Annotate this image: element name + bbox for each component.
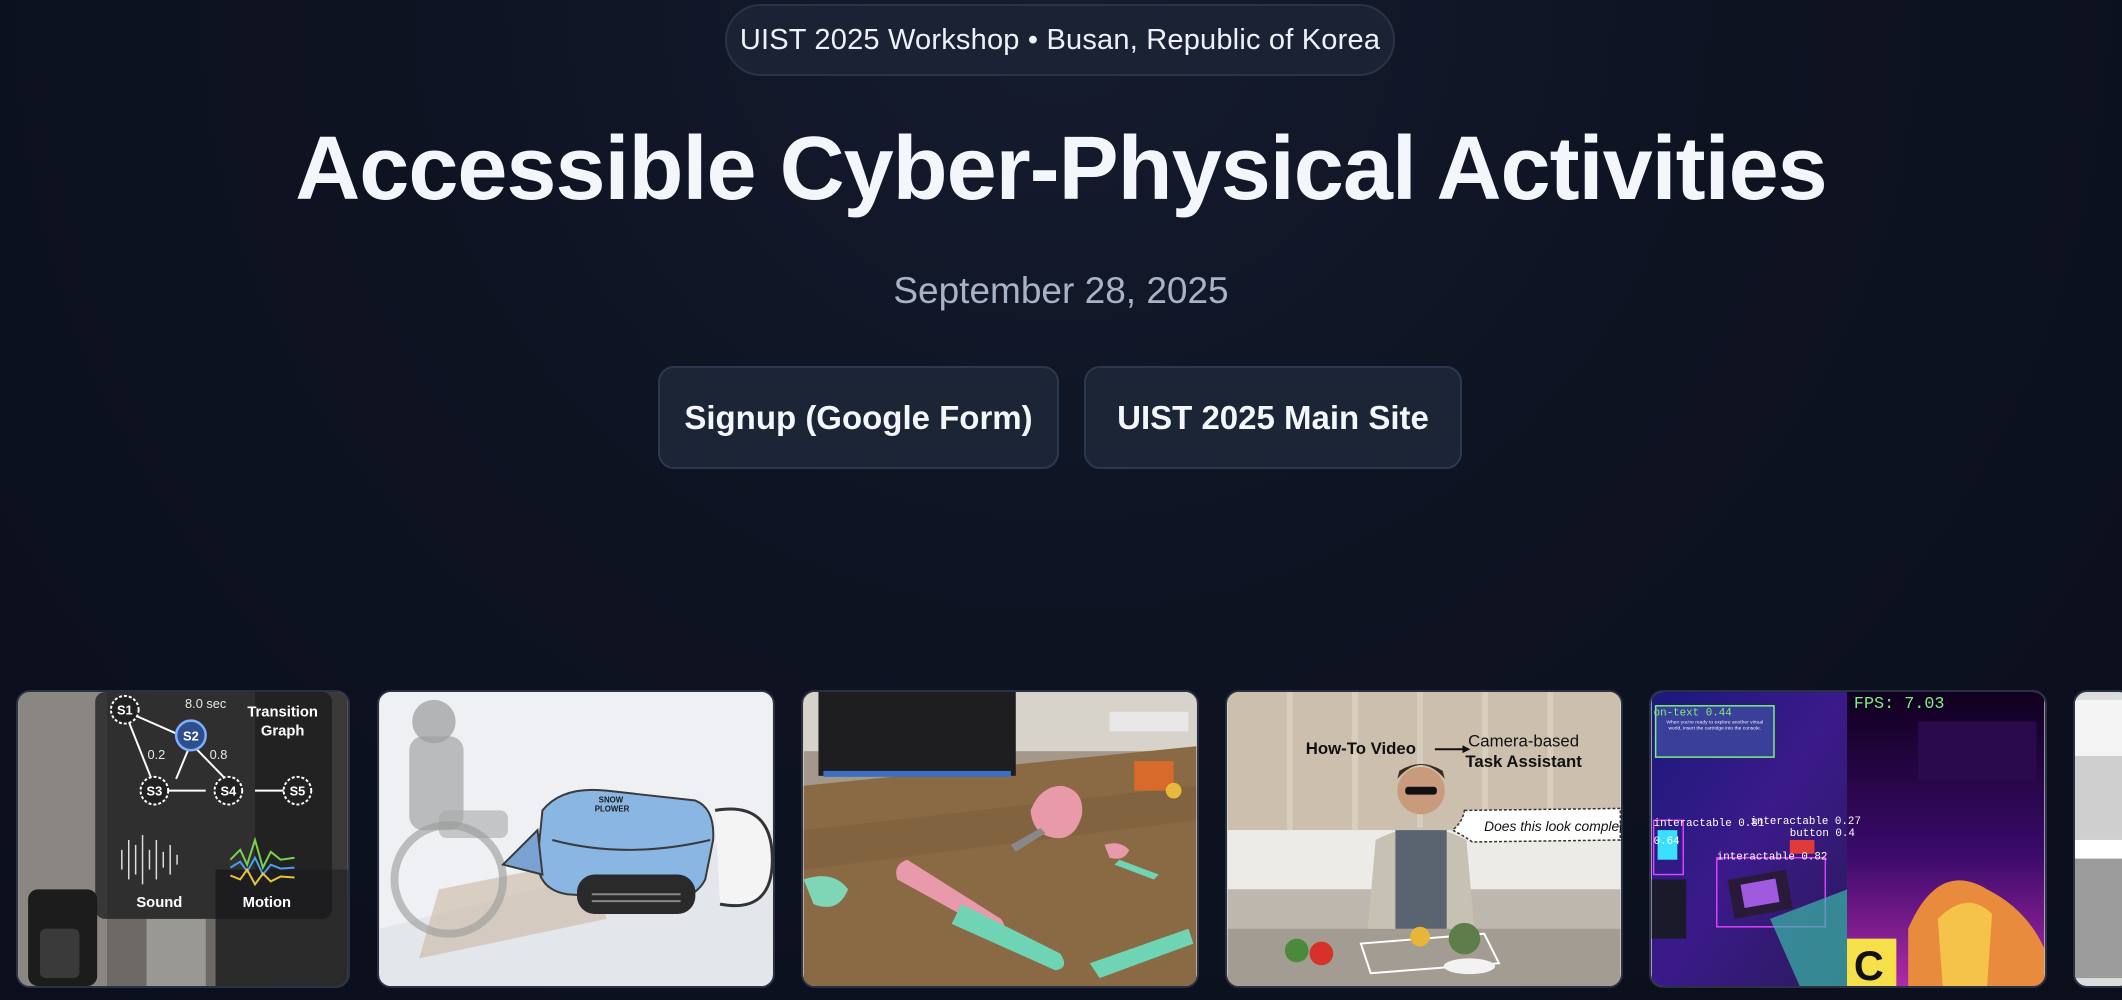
gallery-image-detection-overlay: C FPS: 7.03 When you're ready to explore… [1649,690,2047,988]
event-date: September 28, 2025 [893,270,1229,311]
edge-weight-02: 0.2 [147,747,165,762]
gallery-image-segmented-table [801,690,1199,988]
graph-title-line2: Graph [261,723,305,739]
panel-letter: C [1854,942,1884,986]
main-site-button[interactable]: UIST 2025 Main Site [1084,366,1462,469]
gallery-image-snow-plower: SNOW PLOWER [377,690,775,988]
detection-d: interactable 0.82 [1717,852,1828,864]
detection-e: 0.64 [1654,836,1680,848]
detection-a: interactable 0.81 [1654,818,1765,830]
partial-figure [2075,699,2122,979]
gallery-image-transition-graph: S1 S2 S3 S4 S5 8.0 sec 0.2 0.8 Transitio… [16,690,350,988]
device-text-line2: PLOWER [595,804,630,813]
detection-c: button 0.4 [1790,828,1855,840]
detection-overlay-figure: C FPS: 7.03 When you're ready to explore… [1651,692,2045,986]
hero-section: UIST 2025 Workshop • Busan, Republic of … [0,0,2122,620]
motion-label: Motion [243,895,291,911]
task-assistant-line1: Camera-based [1468,731,1579,750]
speech-bubble-text: Does this look complete [1484,818,1621,834]
fps-readout: FPS: 7.03 [1854,695,1945,714]
event-badge: UIST 2025 Workshop • Busan, Republic of … [725,4,1395,76]
detection-text-label: on-text 0.44 [1654,708,1732,720]
detection-b: interactable 0.27 [1750,816,1861,828]
snow-plower-figure: SNOW PLOWER [379,692,773,986]
sound-label: Sound [136,895,182,911]
screen-text: When you're ready to explore another vir… [1666,719,1764,732]
image-gallery: S1 S2 S3 S4 S5 8.0 sec 0.2 0.8 Transitio… [0,690,2122,990]
edge-weight-08: 0.8 [210,747,228,762]
signup-button[interactable]: Signup (Google Form) [658,366,1059,469]
node-s5: S5 [290,784,306,799]
segmented-table-figure [803,692,1197,986]
gallery-image-task-assistant: How-To Video Camera-based Task Assistant… [1225,690,1623,988]
node-s1: S1 [117,703,133,718]
task-assistant-line2: Task Assistant [1465,752,1582,771]
node-s2: S2 [183,728,199,743]
gallery-image-partial [2073,690,2122,988]
page-title: Accessible Cyber-Physical Activities [295,119,1827,219]
transition-graph-figure: S1 S2 S3 S4 S5 8.0 sec 0.2 0.8 Transitio… [18,692,348,986]
node-s4: S4 [221,784,238,799]
task-assistant-figure: How-To Video Camera-based Task Assistant… [1227,692,1621,986]
duration-label: 8.0 sec [185,696,227,711]
device-text-line1: SNOW [599,795,624,804]
graph-title-line1: Transition [247,705,318,721]
node-s3: S3 [147,784,163,799]
how-to-video-label: How-To Video [1306,739,1416,758]
